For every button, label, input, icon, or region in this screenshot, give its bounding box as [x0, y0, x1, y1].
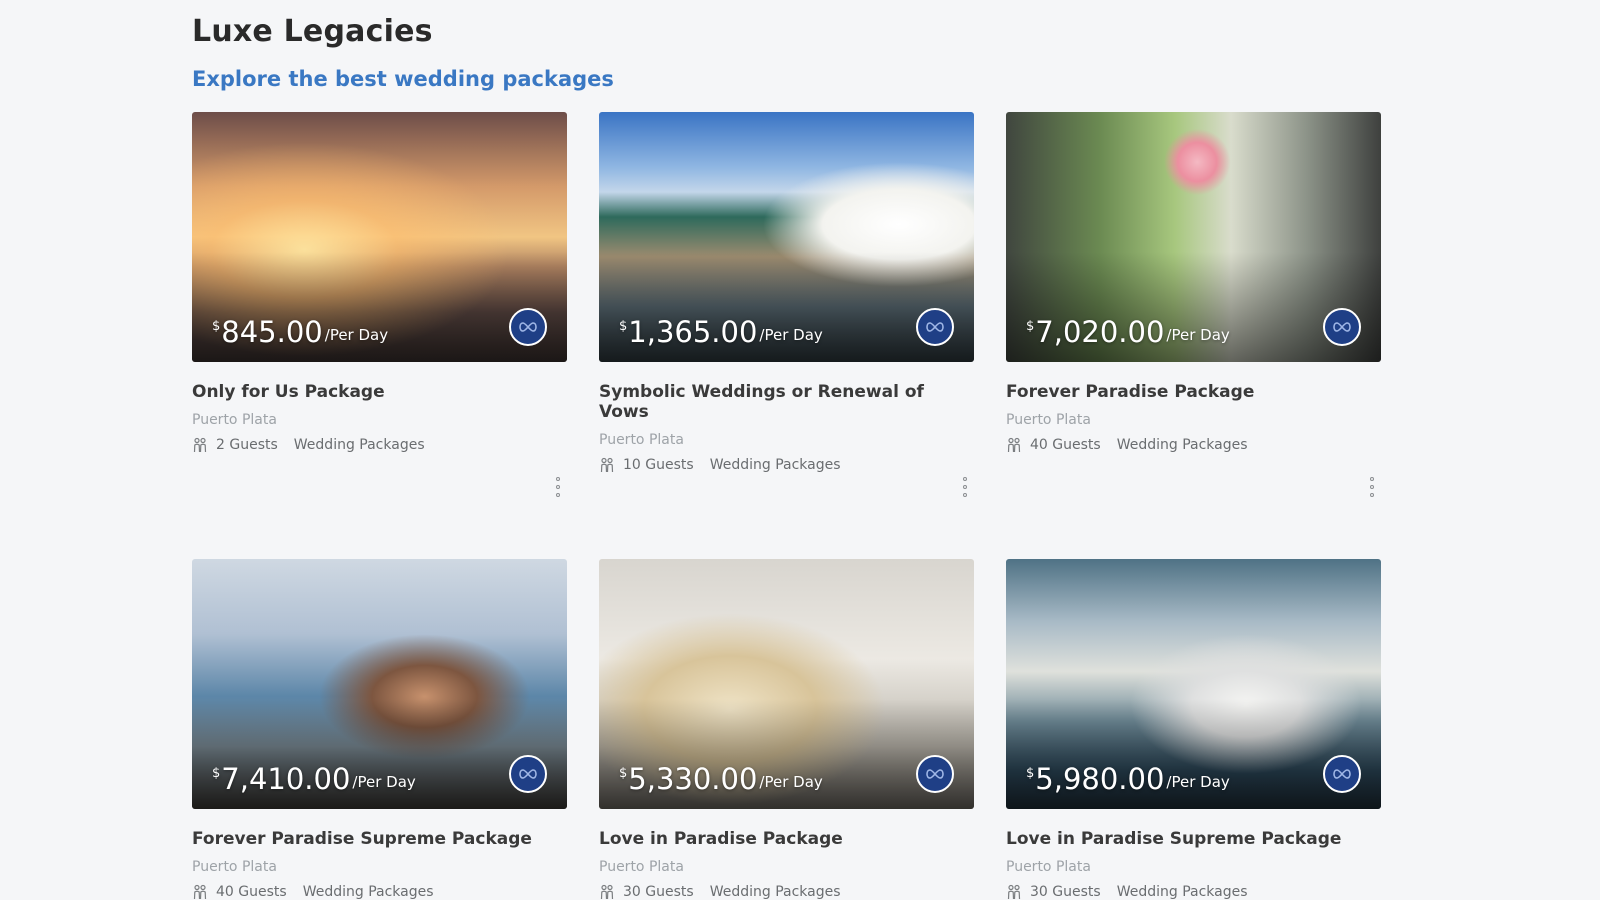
price-tag: $ 7,020.00 /Per Day [1026, 316, 1230, 348]
package-title[interactable]: Only for Us Package [192, 382, 567, 402]
package-image[interactable]: $ 1,365.00 /Per Day [599, 112, 974, 362]
package-guests: 30 Guests [1030, 884, 1101, 900]
package-image[interactable]: $ 7,410.00 /Per Day [192, 559, 567, 809]
price-unit: /Per Day [324, 326, 389, 344]
package-card: $ 5,980.00 /Per Day Love in Paradise Sup… [1006, 559, 1381, 900]
package-guests: 10 Guests [623, 457, 694, 473]
package-image[interactable]: $ 5,980.00 /Per Day [1006, 559, 1381, 809]
package-guests: 40 Guests [216, 884, 287, 900]
package-location: Puerto Plata [192, 412, 277, 428]
package-meta: 30 Guests Wedding Packages [599, 884, 974, 900]
more-vertical-icon[interactable] [1367, 477, 1377, 497]
package-card: $ 5,330.00 /Per Day Love in Paradise Pac… [599, 559, 974, 900]
price-currency: $ [1026, 766, 1035, 781]
package-title[interactable]: Forever Paradise Package [1006, 382, 1381, 402]
package-category: Wedding Packages [293, 437, 425, 453]
price-currency: $ [212, 766, 221, 781]
page-subtitle: Explore the best wedding packages [192, 67, 614, 91]
price-unit: /Per Day [352, 773, 416, 791]
package-card: $ 7,020.00 /Per Day Forever Paradise Pac… [1006, 112, 1381, 497]
infinity-icon[interactable] [1323, 755, 1361, 793]
price-unit: /Per Day [759, 326, 823, 344]
package-location: Puerto Plata [599, 432, 684, 448]
package-location: Puerto Plata [599, 859, 684, 875]
package-meta: 2 Guests Wedding Packages [192, 437, 567, 453]
price-tag: $ 5,980.00 /Per Day [1026, 763, 1230, 795]
guests-icon [192, 884, 208, 900]
price-tag: $ 845.00 /Per Day [212, 316, 388, 348]
price-amount: 845.00 [221, 315, 323, 349]
package-card: $ 7,410.00 /Per Day Forever Paradise Sup… [192, 559, 567, 900]
price-unit: /Per Day [759, 773, 823, 791]
guests-icon [1006, 884, 1022, 900]
package-guests: 2 Guests [216, 437, 278, 453]
package-title[interactable]: Symbolic Weddings or Renewal of Vows [599, 382, 974, 422]
price-amount: 5,330.00 [628, 762, 758, 796]
infinity-icon[interactable] [509, 755, 547, 793]
price-currency: $ [619, 319, 628, 334]
price-tag: $ 1,365.00 /Per Day [619, 316, 823, 348]
infinity-icon[interactable] [916, 755, 954, 793]
price-unit: /Per Day [1166, 773, 1230, 791]
price-tag: $ 7,410.00 /Per Day [212, 763, 416, 795]
price-amount: 5,980.00 [1035, 762, 1165, 796]
package-category: Wedding Packages [1116, 437, 1248, 453]
guests-icon [1006, 437, 1022, 453]
package-image[interactable]: $ 7,020.00 /Per Day [1006, 112, 1381, 362]
more-vertical-icon[interactable] [960, 477, 970, 497]
guests-icon [192, 437, 208, 453]
package-meta: 40 Guests Wedding Packages [1006, 437, 1381, 453]
package-category: Wedding Packages [709, 884, 841, 900]
price-unit: /Per Day [1166, 326, 1230, 344]
price-tag: $ 5,330.00 /Per Day [619, 763, 823, 795]
price-amount: 7,020.00 [1035, 315, 1165, 349]
guests-icon [599, 884, 615, 900]
price-amount: 1,365.00 [628, 315, 758, 349]
package-meta: 10 Guests Wedding Packages [599, 457, 974, 473]
package-image[interactable]: $ 5,330.00 /Per Day [599, 559, 974, 809]
infinity-icon[interactable] [916, 308, 954, 346]
package-title[interactable]: Love in Paradise Supreme Package [1006, 829, 1381, 849]
price-currency: $ [1026, 319, 1035, 334]
infinity-icon[interactable] [509, 308, 547, 346]
package-guests: 40 Guests [1030, 437, 1101, 453]
guests-icon [599, 457, 615, 473]
package-location: Puerto Plata [1006, 412, 1091, 428]
package-image[interactable]: $ 845.00 /Per Day [192, 112, 567, 362]
price-currency: $ [212, 319, 221, 334]
price-currency: $ [619, 766, 628, 781]
package-category: Wedding Packages [1116, 884, 1248, 900]
package-category: Wedding Packages [709, 457, 841, 473]
infinity-icon[interactable] [1323, 308, 1361, 346]
page-title: Luxe Legacies [192, 14, 433, 49]
package-title[interactable]: Love in Paradise Package [599, 829, 974, 849]
package-card: $ 845.00 /Per Day Only for Us Package Pu… [192, 112, 567, 497]
package-guests: 30 Guests [623, 884, 694, 900]
package-location: Puerto Plata [1006, 859, 1091, 875]
package-title[interactable]: Forever Paradise Supreme Package [192, 829, 567, 849]
package-meta: 30 Guests Wedding Packages [1006, 884, 1381, 900]
package-location: Puerto Plata [192, 859, 277, 875]
package-meta: 40 Guests Wedding Packages [192, 884, 567, 900]
package-category: Wedding Packages [302, 884, 434, 900]
more-vertical-icon[interactable] [553, 477, 563, 497]
package-card: $ 1,365.00 /Per Day Symbolic Weddings or… [599, 112, 974, 497]
price-amount: 7,410.00 [221, 762, 351, 796]
